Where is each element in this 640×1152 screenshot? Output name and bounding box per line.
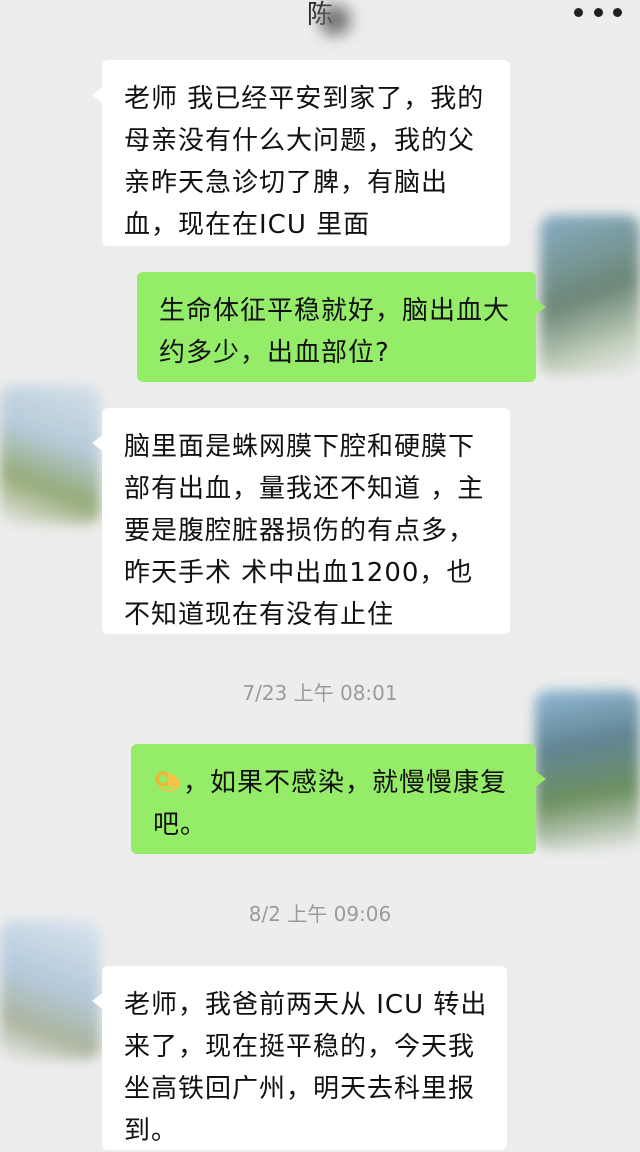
message-bubble-sent[interactable]: ，如果不感染，就慢慢康复 吧。 xyxy=(131,744,546,854)
message-bubble-received[interactable]: 老师，我爸前两天从 ICU 转出 来了，现在挺平稳的，今天我 坐高铁回广州，明天… xyxy=(92,966,507,1150)
message-line: 坐高铁回广州，明天去科里报 xyxy=(124,1074,476,1104)
contact-avatar-blurred[interactable] xyxy=(0,920,100,1060)
message-line: 老师 我已经平安到家了，我的 xyxy=(124,84,485,114)
message-timestamp: 7/23 上午 08:01 xyxy=(242,681,398,705)
message-line: 约多少，出血部位? xyxy=(159,338,390,368)
ok-hand-emoji-icon xyxy=(153,766,181,794)
more-dots-icon[interactable] xyxy=(574,2,622,22)
contact-avatar-blurred[interactable] xyxy=(310,0,360,40)
message-line: 来了，现在挺平稳的，今天我 xyxy=(124,1032,476,1062)
message-bubble-sent[interactable]: 生命体征平稳就好，脑出血大 约多少，出血部位? xyxy=(137,272,546,382)
message-line: 血，现在在ICU 里面 xyxy=(124,210,371,240)
message-line: 母亲没有什么大问题，我的父 xyxy=(124,126,476,156)
message-line: 部有出血，量我还不知道 ，主 xyxy=(124,474,485,504)
message-line: 吧。 xyxy=(153,810,208,840)
my-avatar-blurred[interactable] xyxy=(535,690,640,850)
message-line: 脑里面是蛛网膜下腔和硬膜下 xyxy=(124,432,476,462)
message-line: ，如果不感染，就慢慢康复 xyxy=(153,762,514,804)
message-line: 不知道现在有没有止住 xyxy=(124,600,395,630)
message-text: ，如果不感染，就慢慢康复 xyxy=(183,768,508,798)
message-line: 亲昨天急诊切了脾，有脑出 xyxy=(124,168,449,198)
contact-avatar-blurred[interactable] xyxy=(0,385,100,525)
message-line: 昨天手术 术中出血1200，也 xyxy=(124,558,474,588)
message-timestamp: 8/2 上午 09:06 xyxy=(248,902,392,926)
message-line: 到。 xyxy=(124,1116,179,1146)
message-bubble-received[interactable]: 脑里面是蛛网膜下腔和硬膜下 部有出血，量我还不知道 ，主 要是腹腔脏器损伤的有点… xyxy=(92,408,510,634)
my-avatar-blurred[interactable] xyxy=(540,215,640,375)
message-line: 老师，我爸前两天从 ICU 转出 xyxy=(124,990,488,1020)
message-line: 生命体征平稳就好，脑出血大 xyxy=(159,296,511,326)
message-bubble-received[interactable]: 老师 我已经平安到家了，我的 母亲没有什么大问题，我的父 亲昨天急诊切了脾，有脑… xyxy=(92,60,510,246)
message-line: 要是腹腔脏器损伤的有点多， xyxy=(124,516,476,546)
